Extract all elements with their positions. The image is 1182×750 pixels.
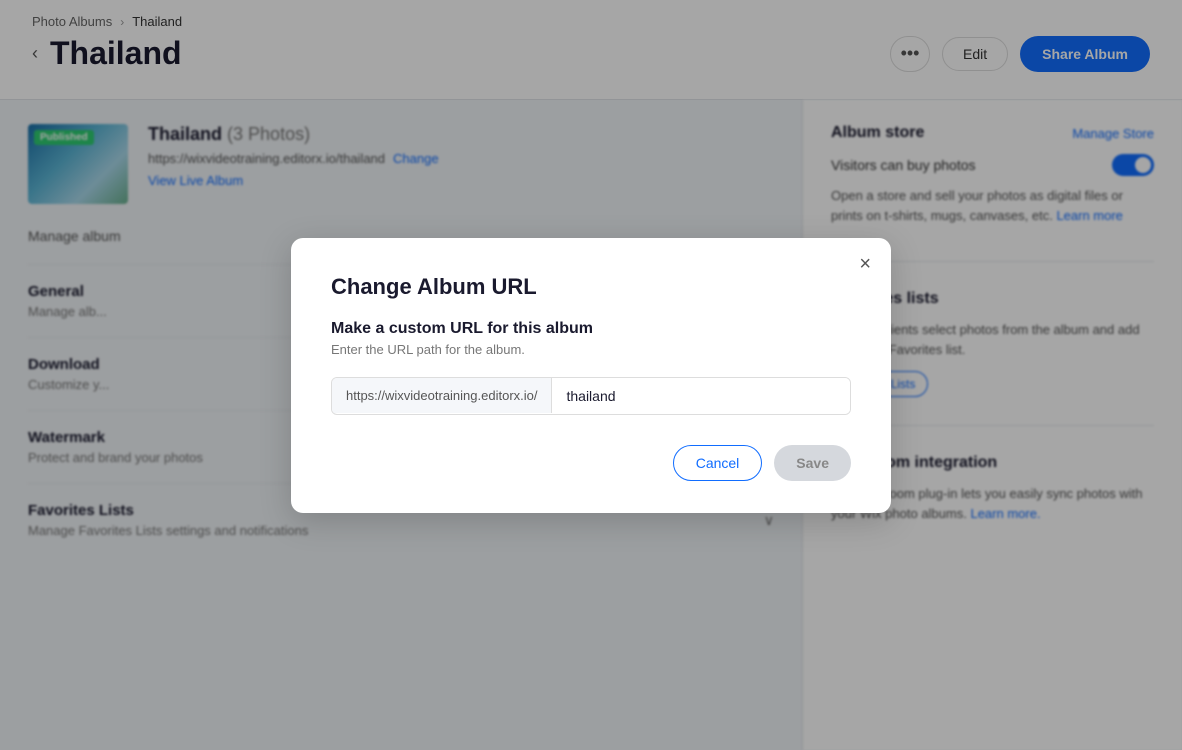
modal-overlay[interactable]: × Change Album URL Make a custom URL for… [0, 0, 1182, 750]
url-path-input[interactable] [552, 378, 850, 414]
modal-subtitle: Make a custom URL for this album [331, 320, 851, 338]
url-prefix: https://wixvideotraining.editorx.io/ [332, 378, 552, 413]
cancel-button[interactable]: Cancel [673, 445, 763, 481]
modal-actions: Cancel Save [331, 445, 851, 481]
modal-description: Enter the URL path for the album. [331, 342, 851, 357]
modal-close-button[interactable]: × [859, 254, 871, 274]
change-album-url-modal: × Change Album URL Make a custom URL for… [291, 238, 891, 513]
modal-title: Change Album URL [331, 274, 851, 300]
url-input-row: https://wixvideotraining.editorx.io/ [331, 377, 851, 415]
save-button[interactable]: Save [774, 445, 851, 481]
